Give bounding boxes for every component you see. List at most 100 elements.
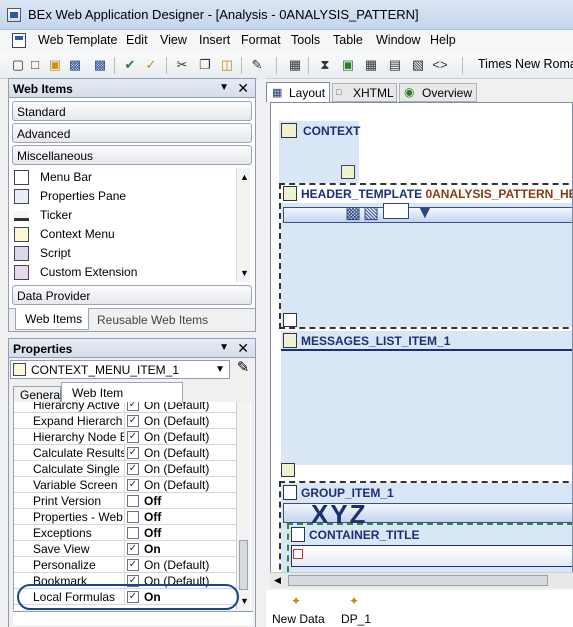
property-row[interactable]: Properties - Web Off (14, 509, 238, 525)
web-item-context-menu[interactable]: Context Menu (12, 225, 248, 244)
new-file-icon[interactable]: □ (27, 57, 43, 73)
category-standard[interactable]: Standard (12, 101, 252, 121)
bar-chart-icon: ▧ (363, 203, 380, 222)
scroll-thumb[interactable] (239, 540, 248, 590)
property-row[interactable]: Exceptions Off (14, 525, 238, 541)
menu-help[interactable]: Help (430, 33, 456, 47)
grid-icon[interactable]: ▦ (363, 57, 379, 73)
validate-icon[interactable]: ✓ (143, 57, 159, 73)
property-checkbox[interactable] (127, 495, 139, 507)
container-title-bar (291, 545, 572, 567)
code-icon[interactable]: <> (432, 57, 448, 73)
panel-splitter[interactable] (258, 78, 266, 627)
property-checkbox[interactable]: ✓ (127, 415, 139, 427)
tab-web-item-parameters[interactable]: Web Item Parameters (61, 382, 183, 414)
web-item-properties-pane[interactable]: Properties Pane (12, 187, 248, 206)
close-icon[interactable]: ✕ (237, 80, 249, 97)
property-row[interactable]: Calculate Single ✓ On (Default) (14, 461, 238, 477)
data-provider-icon[interactable]: ✦ (347, 594, 361, 608)
template-icon (283, 333, 297, 348)
category-data-provider[interactable]: Data Provider (12, 285, 252, 305)
category-advanced[interactable]: Advanced (12, 123, 252, 143)
open-icon[interactable]: ▣ (47, 57, 63, 73)
document-menu-icon[interactable] (12, 33, 26, 48)
font-name-selector[interactable]: Times New Roman (478, 57, 573, 71)
property-name: Hierarchy Active (33, 402, 120, 412)
context-menu-icon (14, 227, 29, 242)
web-item-ticker[interactable]: Ticker (12, 206, 248, 225)
menu-table[interactable]: Table (333, 33, 363, 47)
web-item-custom-extension[interactable]: Custom Extension (12, 263, 248, 282)
scroll-down-icon[interactable]: ▼ (240, 268, 249, 278)
menu-web-template[interactable]: Web Template (38, 33, 117, 47)
editor-tab-strip: ▦ Layout □ XHTML ◉ Overview (266, 80, 573, 102)
web-items-panel-header: Web Items ▼ ✕ (8, 78, 256, 98)
canvas-horizontal-scrollbar[interactable]: ◀ (270, 572, 573, 588)
chevron-down-icon[interactable]: ▼ (215, 364, 225, 375)
new-icon[interactable]: ▢ (10, 57, 26, 73)
close-icon[interactable]: ✕ (237, 340, 249, 357)
list-icon[interactable]: ▤ (387, 57, 403, 73)
tab-layout[interactable]: ▦ Layout (266, 82, 330, 102)
property-checkbox[interactable] (127, 527, 139, 539)
edit-pencil-icon[interactable]: ✎ (233, 358, 253, 378)
web-item-script[interactable]: Script (12, 244, 248, 263)
chart-icon[interactable]: ▧ (410, 57, 426, 73)
messages-list-block[interactable] (281, 331, 572, 465)
category-miscellaneous[interactable]: Miscellaneous (12, 145, 252, 165)
property-row[interactable]: Hierarchy Node E ✓ On (Default) (14, 429, 238, 445)
link-icon[interactable]: ⧗ (317, 57, 333, 73)
menu-edit[interactable]: Edit (126, 33, 148, 47)
menu-tools[interactable]: Tools (291, 33, 320, 47)
property-row[interactable]: Expand Hierarch ✓ On (Default) (14, 413, 238, 429)
tab-general[interactable]: General (13, 386, 63, 403)
property-row[interactable]: Personalize ✓ On (Default) (14, 557, 238, 573)
property-checkbox[interactable]: ✓ (127, 559, 139, 571)
table-icon[interactable]: ▦ (287, 57, 303, 73)
property-checkbox[interactable]: ✓ (127, 402, 139, 411)
format-icon[interactable]: ✎ (249, 57, 265, 73)
panel-dropdown-icon[interactable]: ▼ (219, 82, 229, 93)
scroll-left-icon[interactable]: ◀ (274, 575, 281, 586)
layout-canvas[interactable]: CONTEXT HEADER_TEMPLATE 0ANALYSIS_PATTER… (270, 102, 573, 588)
menu-insert[interactable]: Insert (199, 33, 230, 47)
selected-item-dropdown[interactable]: CONTEXT_MENU_ITEM_1 ▼ (10, 360, 230, 379)
menu-view[interactable]: View (160, 33, 187, 47)
property-checkbox[interactable]: ✓ (127, 431, 139, 443)
menu-window[interactable]: Window (376, 33, 420, 47)
properties-scrollbar[interactable]: ▼ (236, 402, 250, 610)
property-checkbox[interactable]: ✓ (127, 463, 139, 475)
scroll-down-icon[interactable]: ▼ (240, 596, 249, 606)
property-row[interactable]: Variable Screen ✓ On (Default) (14, 477, 238, 493)
property-checkbox[interactable]: ✓ (127, 479, 139, 491)
save-all-icon[interactable]: ▩ (92, 57, 108, 73)
scroll-up-icon[interactable]: ▲ (240, 172, 249, 182)
image-icon[interactable]: ▣ (340, 57, 356, 73)
property-checkbox[interactable] (127, 511, 139, 523)
tab-overview[interactable]: ◉ Overview (399, 83, 477, 102)
tab-reusable-web-items[interactable]: Reusable Web Items (97, 313, 208, 327)
property-checkbox[interactable]: ✓ (127, 543, 139, 555)
scroll-thumb[interactable] (288, 575, 548, 586)
tab-xhtml[interactable]: □ XHTML (332, 83, 397, 102)
property-checkbox[interactable]: ✓ (127, 447, 139, 459)
web-items-scrollbar[interactable]: ▲ ▼ (236, 168, 250, 282)
category-label: Standard (17, 105, 66, 119)
cut-icon[interactable]: ✂ (174, 57, 190, 73)
copy-icon[interactable]: ❐ (197, 57, 213, 73)
panel-dropdown-icon[interactable]: ▼ (219, 342, 229, 353)
tab-web-items[interactable]: Web Items (15, 308, 89, 330)
new-data-provider-label[interactable]: New Data (272, 612, 325, 626)
check-icon[interactable]: ✔ (122, 57, 138, 73)
data-provider-dp1-label[interactable]: DP_1 (341, 612, 371, 626)
save-icon[interactable]: ▩ (67, 57, 83, 73)
property-row[interactable]: Save View ✓ On (14, 541, 238, 557)
property-row[interactable]: Print Version Off (14, 493, 238, 509)
property-row[interactable]: Calculate Results ✓ On (Default) (14, 445, 238, 461)
toolbar: ▢ □ ▣ ▩ ▩ ✔ ✓ ✂ ❐ ◫ ✎ ▦ ⧗ ▣ ▦ ▤ ▧ <> Tim… (0, 52, 573, 79)
menu-format[interactable]: Format (241, 33, 281, 47)
new-data-provider-icon[interactable]: ✦ (289, 594, 303, 608)
web-item-menu-bar[interactable]: Menu Bar (12, 168, 248, 187)
paste-icon[interactable]: ◫ (219, 57, 235, 73)
property-row[interactable]: Hierarchy Active ✓ On (Default) (14, 402, 238, 413)
